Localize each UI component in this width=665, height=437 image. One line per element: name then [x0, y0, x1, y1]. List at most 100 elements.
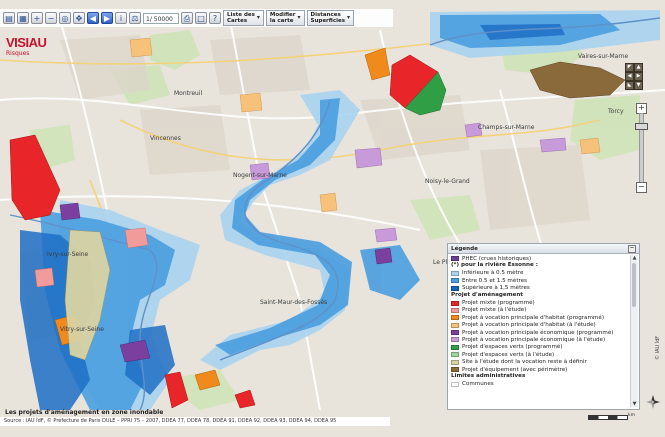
distances-menu[interactable]: Distances Superficies ▾	[306, 10, 355, 26]
place-label: Champs-sur-Marne	[478, 124, 535, 131]
legend-section-header: Projet d'aménagement	[451, 291, 523, 298]
pan-up-icon[interactable]: ▲	[634, 63, 643, 72]
scale-bar: km	[588, 410, 635, 422]
legend-swatch	[451, 256, 459, 262]
legend-swatch	[451, 270, 459, 276]
legend-panel: Légende − PHEC (crues historiques) (*) po…	[447, 243, 640, 410]
place-label: Noisy-le-Grand	[425, 178, 470, 185]
legend-item-label: Projet d'espaces verts (à l'étude)	[462, 351, 555, 358]
legend-item-label: Projet à vocation principale d'habitat (…	[462, 322, 596, 329]
scale-icon[interactable]: ⚖	[129, 12, 141, 24]
legend-swatch	[451, 278, 459, 284]
legend-item: Projet à vocation principale économique …	[451, 329, 629, 336]
legend-item: Projet d'équipement (avec périmètre)	[451, 366, 629, 373]
legend-swatch	[451, 330, 459, 336]
scale-unit: km	[628, 413, 635, 418]
print-icon[interactable]: ▤	[3, 12, 15, 24]
place-label: Ivry-sur-Seine	[47, 251, 89, 258]
north-arrow-icon	[646, 395, 660, 409]
legend-item-label: Communes	[462, 381, 494, 388]
chevron-down-icon: ▾	[347, 13, 351, 21]
zoom-slider: + −	[635, 103, 648, 193]
info-icon[interactable]: i	[115, 12, 127, 24]
legend-item: Projet d'espaces verts (à l'étude)	[451, 351, 629, 358]
legend-item-label: Projet à vocation principale économique …	[462, 336, 606, 343]
place-label: Le Pl	[433, 259, 448, 266]
forward-arrow-icon[interactable]: ▶	[101, 12, 113, 24]
legend-item-label: Inférieure à 0.5 mètre	[462, 270, 524, 277]
legend-swatch	[451, 381, 459, 387]
legend-list: PHEC (crues historiques) (*) pour la rivi…	[451, 255, 629, 407]
scroll-thumb[interactable]	[632, 263, 636, 307]
print-map-icon[interactable]: ⎙	[181, 12, 193, 24]
legend-item: Projet à vocation principale économique …	[451, 336, 629, 343]
pan-down-left-icon[interactable]: ◣	[625, 81, 634, 90]
logo-brand: VISIAU	[6, 35, 47, 50]
legend-swatch	[451, 344, 459, 350]
legend-item-label: PHEC (crues historiques)	[462, 255, 532, 262]
zoom-minus-icon[interactable]: −	[636, 182, 647, 193]
pan-left-icon[interactable]: ◀	[625, 72, 634, 81]
pan-icon[interactable]: ✥	[73, 12, 85, 24]
legend-swatch	[451, 300, 459, 306]
legend-item-label: Projet à vocation principale économique …	[462, 329, 614, 336]
zoom-in-icon[interactable]: +	[31, 12, 43, 24]
legend-section-header: (*) pour la rivière Essonne :	[451, 262, 538, 269]
legend-section-header: Limites administratives	[451, 373, 526, 380]
pan-up-left-icon[interactable]: ◤	[625, 63, 634, 72]
zoom-out-icon[interactable]: −	[45, 12, 57, 24]
place-label: Saint-Maur-des-Fossés	[260, 299, 328, 306]
zoom-extent-icon[interactable]: ◎	[59, 12, 71, 24]
place-label: Vaires-sur-Marne	[578, 53, 629, 60]
legend-title: Légende	[451, 245, 478, 252]
legend-item: Inférieure à 0.5 mètre	[451, 270, 629, 277]
frame-icon[interactable]: □	[195, 12, 207, 24]
place-label: Nogent-sur-Marne	[233, 172, 287, 179]
place-label: Montreuil	[174, 90, 203, 97]
chevron-down-icon: ▾	[297, 13, 301, 21]
source-statusbar: Source : IAU îdF, © Préfecture de Paris …	[0, 417, 390, 426]
legend-item: Entre 0.5 et 1.5 mètres	[451, 277, 629, 284]
map-list-menu[interactable]: Liste des Cartes ▾	[223, 10, 264, 26]
legend-item-label: Projet d'équipement (avec périmètre)	[462, 366, 568, 373]
save-icon[interactable]: ▦	[17, 12, 29, 24]
copyright-text: © IAU îdF	[655, 335, 661, 360]
scale-input[interactable]: 1/ 50000	[143, 12, 179, 24]
legend-item: Site à l'étude dont la vocation reste à …	[451, 358, 629, 365]
legend-item-label: Projet d'espaces verts (programmé)	[462, 344, 563, 351]
legend-item-label: Projet mixte (programmé)	[462, 300, 535, 307]
legend-item-label: Projet à vocation principale d'habitat (…	[462, 314, 604, 321]
legend-header: Légende −	[448, 244, 639, 254]
legend-item-label: Site à l'étude dont la vocation reste à …	[462, 359, 587, 366]
place-label: Vincennes	[150, 135, 181, 142]
visiau-logo: VISIAU Risques	[6, 36, 48, 62]
legend-item-label: Entre 0.5 et 1.5 mètres	[462, 277, 528, 284]
scroll-up-icon[interactable]: ▲	[631, 255, 638, 261]
back-arrow-icon[interactable]: ◀	[87, 12, 99, 24]
legend-item-label: Projet mixte (à l'étude)	[462, 307, 527, 314]
chevron-down-icon: ▾	[256, 13, 260, 21]
legend-item: Projet d'espaces verts (programmé)	[451, 344, 629, 351]
legend-item: Projet à vocation principale d'habitat (…	[451, 322, 629, 329]
map-toolbar: ▤ ▦ + − ◎ ✥ ◀ ▶ i ⚖ 1/ 50000 ⎙ □ ? Liste…	[0, 9, 393, 27]
legend-swatch	[451, 315, 459, 321]
pan-down-icon[interactable]: ▼	[634, 81, 643, 90]
legend-swatch	[451, 337, 459, 343]
legend-item: Projet à vocation principale d'habitat (…	[451, 314, 629, 321]
collapse-icon[interactable]: −	[628, 244, 636, 253]
legend-item: Projet mixte (programmé)	[451, 299, 629, 306]
pan-right-icon[interactable]: ▶	[634, 72, 643, 81]
edit-map-menu[interactable]: Modifier la carte ▾	[265, 10, 305, 26]
legend-item: Communes	[451, 381, 629, 388]
legend-item-label: Supérieure à 1,5 mètres	[462, 285, 530, 292]
scroll-down-icon[interactable]: ▼	[631, 401, 638, 407]
help-icon[interactable]: ?	[209, 12, 221, 24]
place-label: Vitry-sur-Seine	[60, 326, 104, 333]
legend-swatch	[451, 285, 459, 291]
legend-scrollbar[interactable]: ▲ ▼	[630, 255, 638, 407]
legend-swatch	[451, 367, 459, 373]
scale-bar-graphic	[588, 415, 628, 420]
zoom-knob[interactable]	[635, 123, 648, 130]
map-caption: Les projets d'aménagement en zone inonda…	[5, 409, 164, 416]
legend-item: Projet mixte (à l'étude)	[451, 307, 629, 314]
